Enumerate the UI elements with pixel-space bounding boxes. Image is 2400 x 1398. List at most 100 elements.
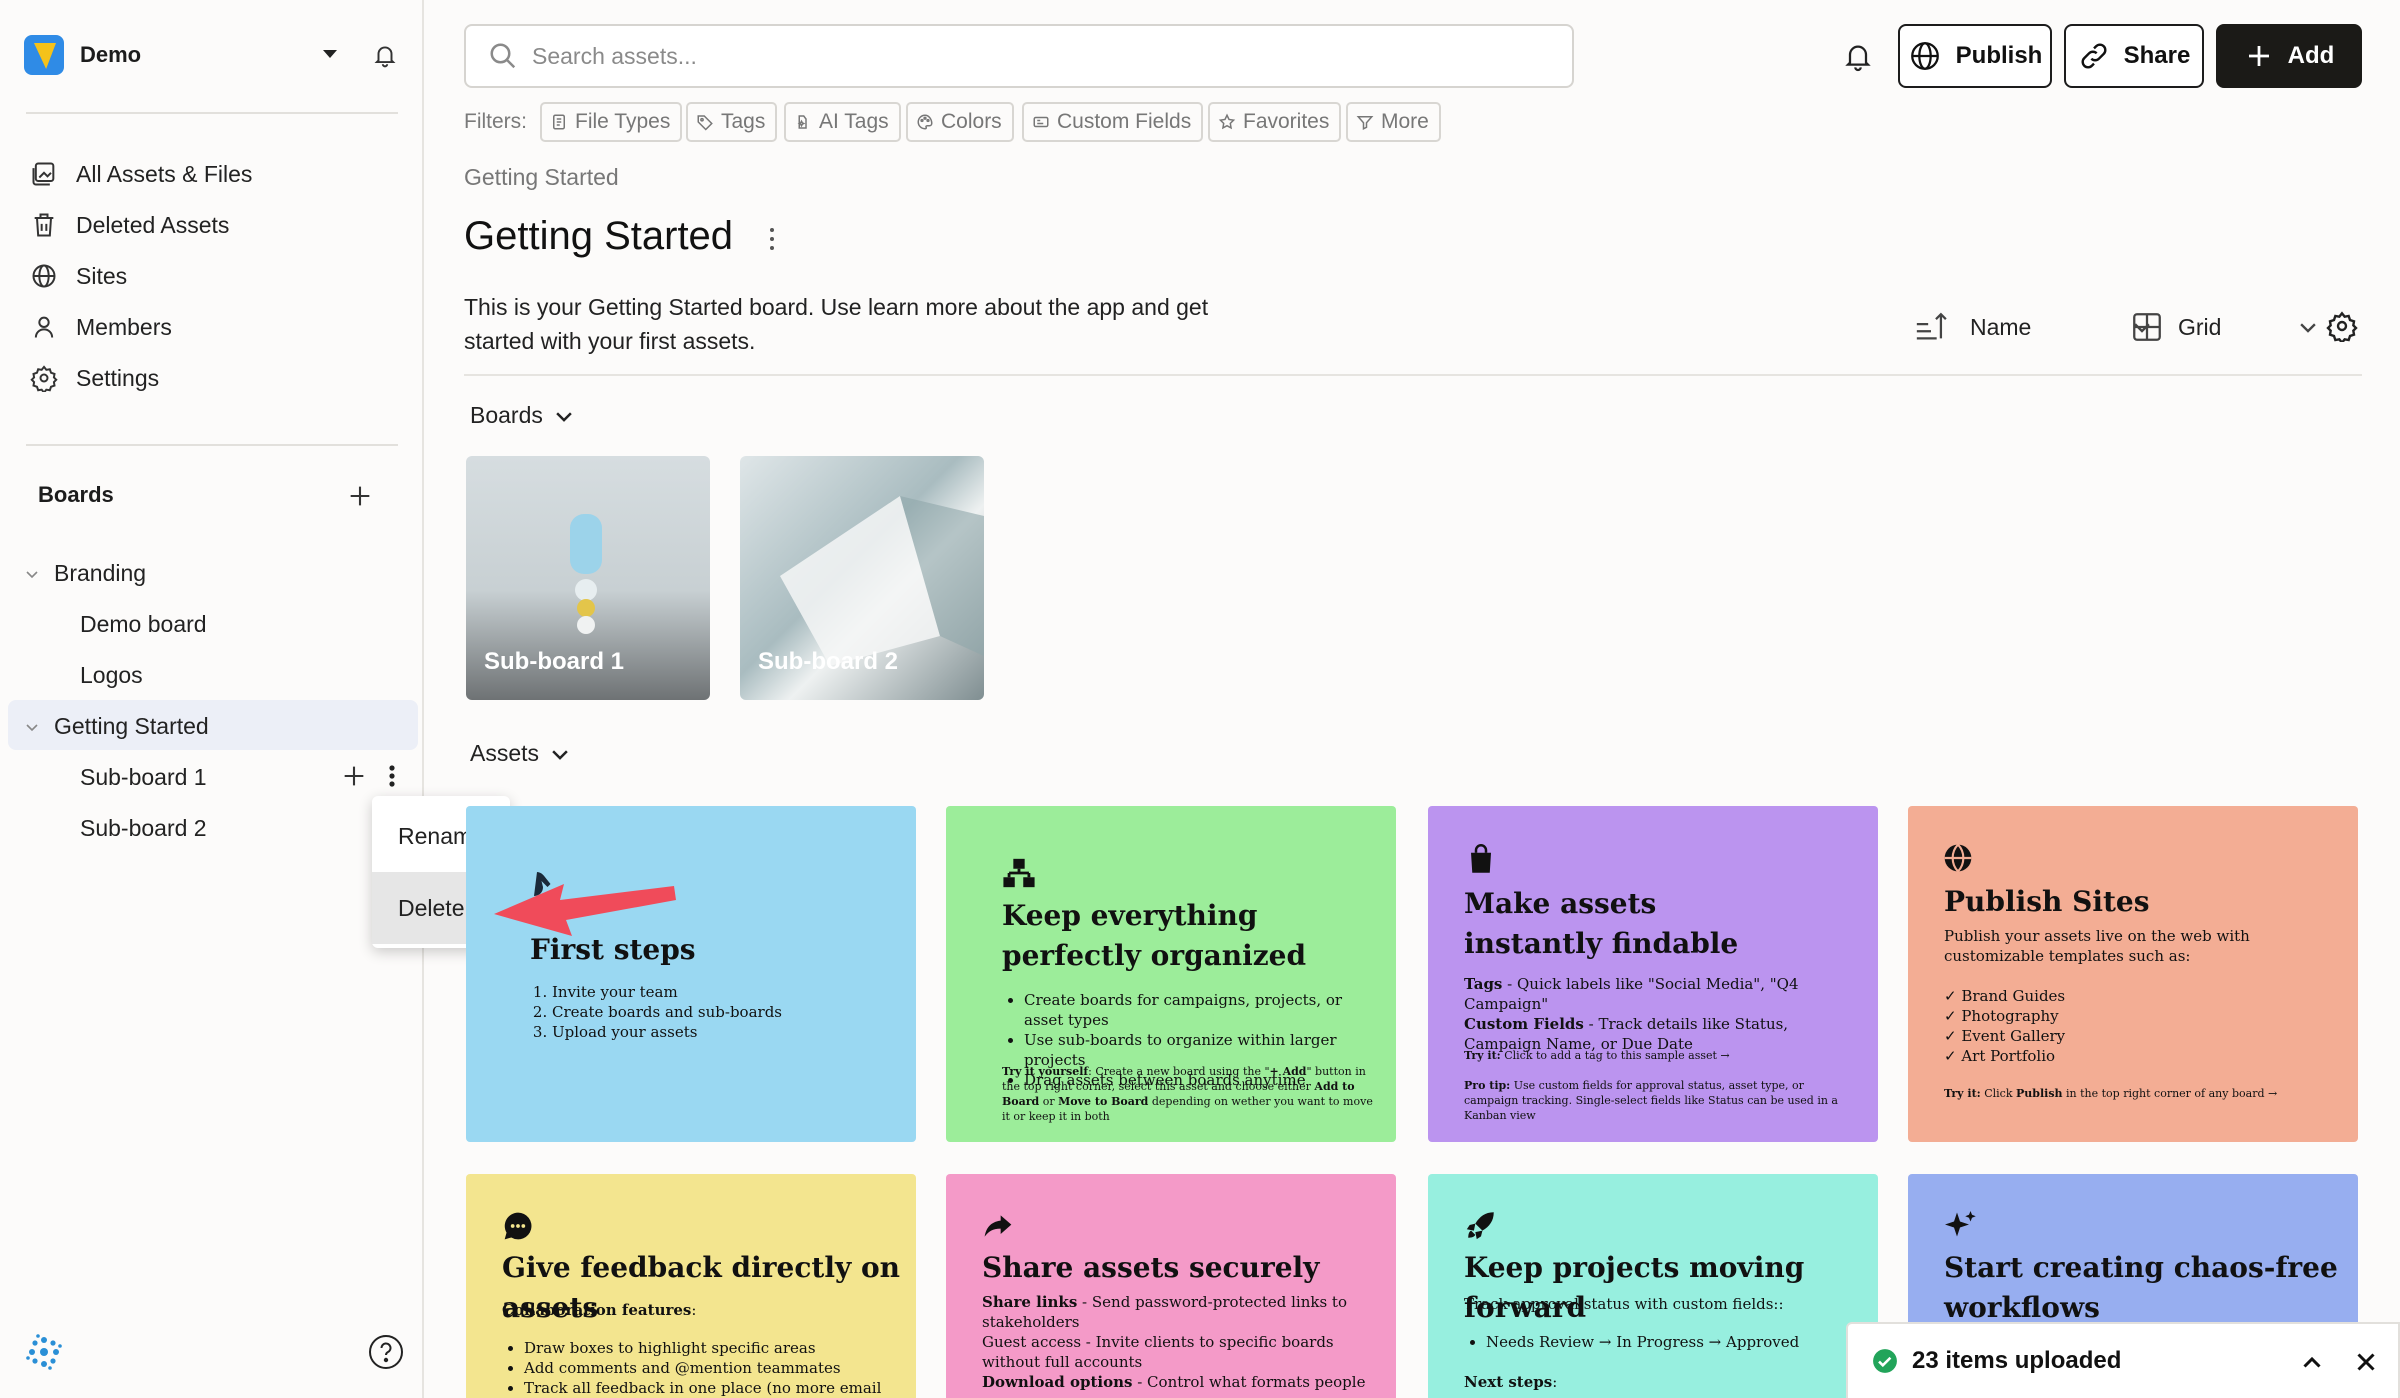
text: Use custom fields for approval status, a… bbox=[1464, 1079, 1838, 1122]
tree-item-logos[interactable]: Logos bbox=[80, 662, 143, 689]
card-title-line: Start creating chaos-free bbox=[1944, 1251, 2338, 1284]
fields-icon bbox=[1033, 116, 1049, 128]
asset-card-publish-sites[interactable]: Publish Sites Publish your assets live o… bbox=[1908, 806, 2358, 1142]
chevron-down-icon[interactable] bbox=[24, 719, 40, 735]
app-logo-icon[interactable] bbox=[24, 1332, 64, 1372]
layout-dropdown[interactable]: Grid bbox=[2130, 310, 2319, 344]
notifications-bell-icon[interactable] bbox=[1842, 40, 1874, 72]
search-icon bbox=[490, 43, 516, 69]
gear-icon bbox=[30, 365, 58, 392]
chevron-down-icon[interactable] bbox=[24, 566, 40, 582]
tree-item-sub-board-2[interactable]: Sub-board 2 bbox=[80, 815, 207, 842]
boards-heading: Boards bbox=[38, 482, 114, 507]
card-line: Tags - Quick labels like "Social Media",… bbox=[1464, 974, 1854, 1014]
nav-members[interactable]: Members bbox=[30, 313, 172, 341]
nav-all-assets[interactable]: All Assets & Files bbox=[30, 160, 252, 188]
help-icon[interactable] bbox=[368, 1334, 404, 1370]
chip-label: File Types bbox=[575, 110, 671, 133]
asset-card-projects-forward[interactable]: Keep projects moving forward Track appro… bbox=[1428, 1174, 1878, 1398]
filter-favorites[interactable]: Favorites bbox=[1208, 102, 1342, 142]
add-sub-board-icon[interactable] bbox=[340, 762, 368, 790]
publish-button[interactable]: Publish bbox=[1898, 24, 2052, 88]
tree-item-sub-board-1[interactable]: Sub-board 1 bbox=[80, 764, 207, 791]
card-line: Share links - Send password-protected li… bbox=[982, 1292, 1382, 1332]
card-title: Start creating chaos-free workflows bbox=[1944, 1248, 2338, 1328]
chevron-down-icon bbox=[552, 749, 568, 760]
card-title-line: instantly findable bbox=[1464, 927, 1739, 960]
boards-section-toggle[interactable]: Boards bbox=[470, 402, 575, 429]
sub-board-card-2[interactable]: Sub-board 2 bbox=[740, 456, 984, 700]
rocket-icon bbox=[1464, 1208, 1498, 1242]
shopping-bag-icon bbox=[1466, 842, 1496, 876]
close-icon[interactable] bbox=[2354, 1350, 2378, 1374]
sub-board-card-1[interactable]: Sub-board 1 bbox=[466, 456, 710, 700]
filter-custom-fields[interactable]: Custom Fields bbox=[1022, 102, 1204, 142]
more-vertical-icon[interactable] bbox=[766, 226, 778, 252]
nav-settings[interactable]: Settings bbox=[30, 364, 159, 392]
card-title-line: Keep everything bbox=[1002, 899, 1258, 932]
filter-ai-tags[interactable]: AI Tags bbox=[784, 102, 901, 142]
chevron-up-icon[interactable] bbox=[2300, 1350, 2324, 1374]
sort-label: Name bbox=[1970, 313, 2032, 340]
filter-file-types[interactable]: File Types bbox=[540, 102, 683, 142]
card-list-item: Needs Review → In Progress → Approved bbox=[1486, 1332, 1864, 1352]
asset-card-organized[interactable]: Keep everything perfectly organized Creat… bbox=[946, 806, 1396, 1142]
check-circle-icon bbox=[1873, 1349, 1897, 1373]
nav-deleted-assets[interactable]: Deleted Assets bbox=[30, 211, 229, 239]
breadcrumb[interactable]: Getting Started bbox=[464, 164, 619, 191]
asset-card-share-securely[interactable]: Share assets securely Share links - Send… bbox=[946, 1174, 1396, 1398]
add-board-icon[interactable] bbox=[346, 482, 374, 510]
assets-section-toggle[interactable]: Assets bbox=[470, 740, 571, 767]
emphasis: Try it: bbox=[1464, 1049, 1501, 1062]
filter-tags[interactable]: Tags bbox=[686, 102, 778, 142]
emphasis: Custom Fields bbox=[1464, 1015, 1584, 1033]
tree-label: Sub-board 2 bbox=[80, 815, 207, 841]
card-title-line: perfectly organized bbox=[1002, 939, 1307, 972]
divider bbox=[464, 374, 2362, 376]
search-bar[interactable] bbox=[464, 24, 1574, 88]
search-input[interactable] bbox=[532, 42, 1432, 70]
upload-toast: 23 items uploaded bbox=[1846, 1322, 2400, 1398]
filter-more[interactable]: More bbox=[1346, 102, 1441, 142]
chevron-down-icon bbox=[556, 411, 572, 422]
nav-label: Sites bbox=[76, 262, 128, 289]
asset-card-first-steps[interactable]: First steps Invite your team Create boar… bbox=[466, 806, 916, 1142]
sort-dropdown[interactable]: Name bbox=[1914, 310, 2153, 344]
card-body: Tags - Quick labels like "Social Media",… bbox=[1464, 974, 1854, 1054]
tree-item-demo-board[interactable]: Demo board bbox=[80, 611, 207, 638]
globe-icon bbox=[1942, 842, 1974, 874]
card-list-item: ✓ Brand Guides bbox=[1944, 987, 2066, 1005]
more-vertical-icon[interactable] bbox=[380, 762, 404, 790]
bell-icon[interactable] bbox=[372, 42, 398, 68]
nav-label: All Assets & Files bbox=[76, 160, 253, 187]
tree-item-branding[interactable]: Branding bbox=[24, 560, 146, 587]
grid-icon bbox=[2133, 313, 2161, 341]
link-icon bbox=[2081, 43, 2107, 69]
section-label: Boards bbox=[470, 402, 543, 428]
card-body: Invite your team Create boards and sub-b… bbox=[530, 982, 890, 1042]
tree-label: Demo board bbox=[80, 611, 207, 637]
card-line: Guest access - Invite clients to specifi… bbox=[982, 1333, 1334, 1371]
funnel-icon bbox=[1356, 116, 1374, 130]
emphasis: Try it: bbox=[1944, 1087, 1981, 1100]
view-settings-gear-icon[interactable] bbox=[2326, 310, 2358, 342]
tree-item-getting-started[interactable]: Getting Started bbox=[24, 713, 209, 740]
page-title: Getting Started bbox=[464, 214, 734, 258]
asset-card-feedback[interactable]: Give feedback directly on assets Collabo… bbox=[466, 1174, 916, 1398]
asset-card-findable[interactable]: Make assets instantly findable Tags - Qui… bbox=[1428, 806, 1878, 1142]
card-list-item: Upload your assets bbox=[552, 1022, 890, 1042]
tree-label: Branding bbox=[54, 560, 147, 586]
text: Click bbox=[1980, 1087, 2017, 1100]
share-button[interactable]: Share bbox=[2064, 24, 2204, 88]
tree-label: Logos bbox=[80, 662, 143, 688]
nav-sites[interactable]: Sites bbox=[30, 262, 127, 290]
filter-colors[interactable]: Colors bbox=[906, 102, 1014, 142]
emphasis: Download options bbox=[982, 1373, 1133, 1391]
card-body: Needs Review → In Progress → Approved bbox=[1464, 1332, 1864, 1352]
workspace-switcher[interactable]: Demo bbox=[24, 32, 400, 78]
person-icon bbox=[34, 316, 54, 338]
caret-down-icon[interactable] bbox=[320, 44, 340, 64]
card-body: Share links - Send password-protected li… bbox=[982, 1292, 1382, 1372]
card-title: Keep everything perfectly organized bbox=[1002, 896, 1306, 976]
add-button[interactable]: Add bbox=[2216, 24, 2362, 88]
